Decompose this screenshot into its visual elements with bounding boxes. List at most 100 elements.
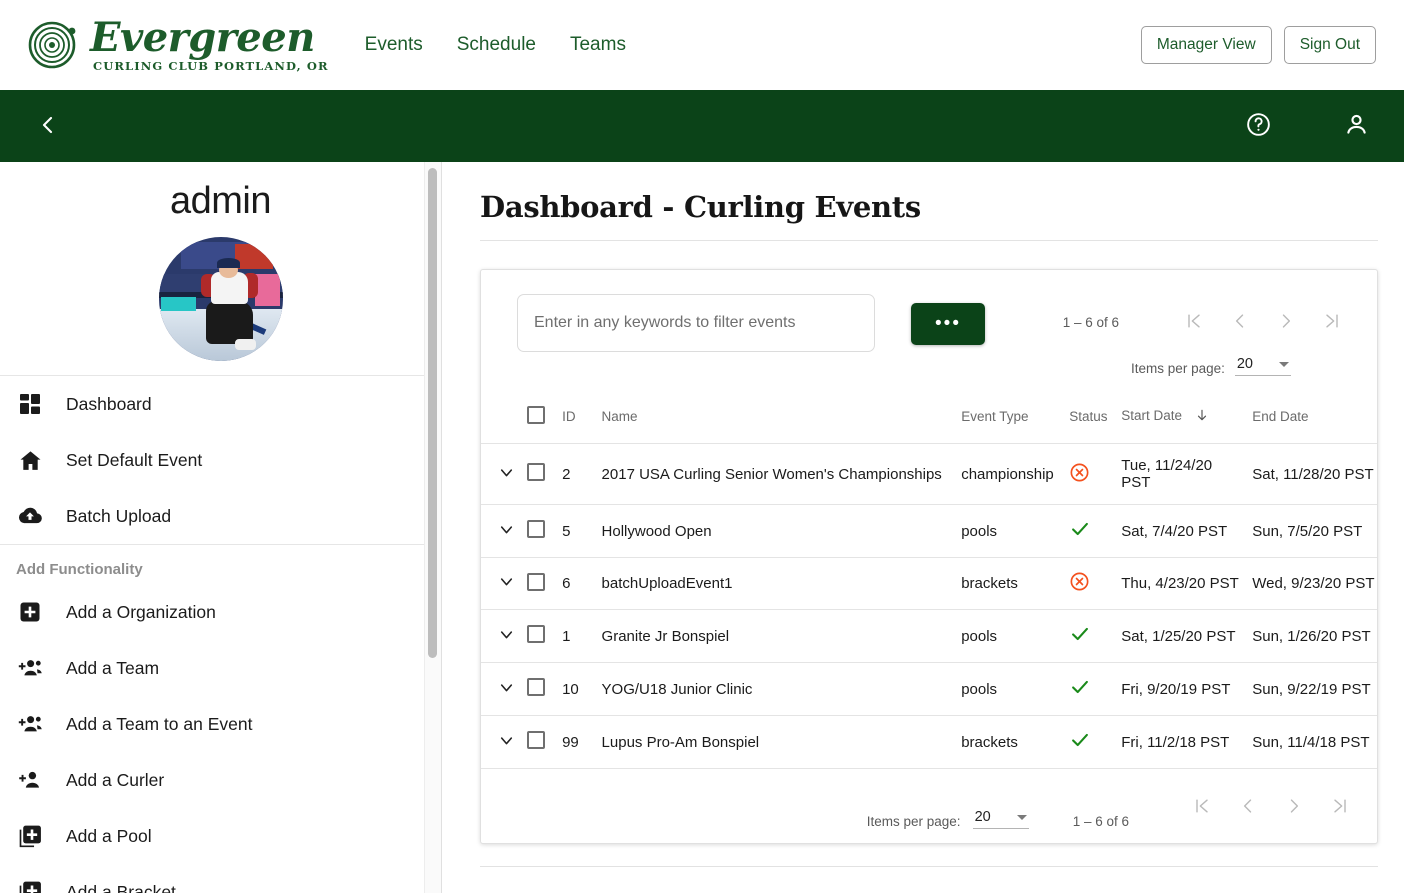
sidebar-item-add-a-bracket[interactable]: Add a Bracket [0, 864, 441, 893]
brand-logo[interactable]: Evergreen CURLING CLUB PORTLAND, OR [28, 18, 329, 73]
col-event-type[interactable]: Event Type [961, 390, 1069, 444]
table-header-row: ID Name Event Type Status Start Date [481, 390, 1377, 444]
sidebar-item-set-default-event[interactable]: Set Default Event [0, 432, 441, 488]
row-checkbox[interactable] [527, 520, 545, 538]
row-select-cell[interactable] [527, 505, 562, 558]
help-button[interactable] [1236, 104, 1280, 148]
table-row[interactable]: 1 Granite Jr Bonspiel pools Sat, 1/25/20… [481, 610, 1377, 663]
paginator-range-label: 1 – 6 of 6 [1063, 315, 1119, 330]
cell-event-type: pools [961, 610, 1069, 663]
row-checkbox[interactable] [527, 678, 545, 696]
top-header-bar: Evergreen CURLING CLUB PORTLAND, OR Even… [0, 0, 1404, 90]
cell-name: YOG/U18 Junior Clinic [602, 663, 962, 716]
cell-name: Lupus Pro-Am Bonspiel [602, 716, 962, 769]
first-page-button[interactable] [1171, 300, 1217, 344]
cell-start-date: Thu, 4/23/20 PST [1121, 558, 1252, 610]
next-page-icon [1284, 796, 1304, 819]
cell-name: Hollywood Open [602, 505, 962, 558]
first-page-button[interactable] [1179, 785, 1225, 829]
library-add-icon [16, 822, 44, 850]
sidebar-item-label: Add a Team [66, 658, 159, 679]
sidebar-item-batch-upload[interactable]: Batch Upload [0, 488, 441, 544]
select-all-checkbox[interactable] [527, 406, 545, 424]
cell-id: 2 [562, 444, 601, 505]
sidebar-scrollbar-thumb[interactable] [428, 168, 437, 658]
col-start-date[interactable]: Start Date [1121, 390, 1252, 444]
next-page-button[interactable] [1263, 300, 1309, 344]
sidebar-item-add-a-curler[interactable]: Add a Curler [0, 752, 441, 808]
row-checkbox[interactable] [527, 625, 545, 643]
more-actions-button[interactable]: ••• [911, 303, 985, 345]
filter-input[interactable] [517, 294, 875, 352]
cell-end-date: Sun, 7/5/20 PST [1252, 505, 1377, 558]
col-name[interactable]: Name [602, 390, 962, 444]
sidebar-item-add-a-team-to-an-event[interactable]: Add a Team to an Event [0, 696, 441, 752]
row-expand-cell[interactable] [481, 716, 527, 769]
last-page-button[interactable] [1317, 785, 1363, 829]
group-add-icon [16, 654, 44, 682]
row-select-cell[interactable] [527, 610, 562, 663]
col-status[interactable]: Status [1069, 390, 1121, 444]
last-page-icon [1322, 311, 1342, 334]
col-start-date-label: Start Date [1121, 408, 1182, 423]
row-expand-cell[interactable] [481, 663, 527, 716]
row-expand-cell[interactable] [481, 444, 527, 505]
sidebar-item-add-a-organization[interactable]: Add a Organization [0, 584, 441, 640]
chevron-down-icon[interactable] [497, 572, 516, 591]
cell-name: Granite Jr Bonspiel [602, 610, 962, 663]
row-checkbox[interactable] [527, 463, 545, 481]
previous-page-button[interactable] [1225, 785, 1271, 829]
cell-id: 6 [562, 558, 601, 610]
sign-out-button[interactable]: Sign Out [1284, 26, 1376, 64]
nav-link-teams[interactable]: Teams [570, 34, 626, 56]
cell-status [1069, 505, 1121, 558]
row-checkbox[interactable] [527, 573, 545, 591]
status-error-icon [1069, 462, 1090, 483]
manager-view-button[interactable]: Manager View [1141, 26, 1272, 64]
previous-page-button[interactable] [1217, 300, 1263, 344]
help-circle-icon [1245, 111, 1272, 141]
chevron-down-icon[interactable] [497, 625, 516, 644]
items-per-page-select[interactable]: 20 [1235, 356, 1291, 376]
sidebar-item-add-a-pool[interactable]: Add a Pool [0, 808, 441, 864]
col-end-date[interactable]: End Date [1252, 390, 1377, 444]
sidebar-item-label: Set Default Event [66, 450, 202, 471]
items-per-page-select[interactable]: 20 [973, 809, 1029, 829]
chevron-down-icon[interactable] [497, 520, 516, 539]
row-expand-cell[interactable] [481, 558, 527, 610]
next-page-button[interactable] [1271, 785, 1317, 829]
row-checkbox[interactable] [527, 731, 545, 749]
col-select-all [527, 390, 562, 444]
cell-id: 1 [562, 610, 601, 663]
back-button[interactable] [26, 104, 70, 148]
nav-link-schedule[interactable]: Schedule [457, 34, 536, 56]
chevron-down-icon[interactable] [497, 678, 516, 697]
col-id[interactable]: ID [562, 390, 601, 444]
last-page-button[interactable] [1309, 300, 1355, 344]
app-toolbar [0, 90, 1404, 162]
table-row[interactable]: 2 2017 USA Curling Senior Women's Champi… [481, 444, 1377, 505]
sidebar-scrollbar-track[interactable] [424, 162, 441, 893]
table-row[interactable]: 99 Lupus Pro-Am Bonspiel brackets Fri, 1… [481, 716, 1377, 769]
sidebar-item-dashboard[interactable]: Dashboard [0, 376, 441, 432]
chevron-down-icon[interactable] [497, 731, 516, 750]
account-button[interactable] [1334, 104, 1378, 148]
sidebar: admin [0, 162, 442, 893]
row-select-cell[interactable] [527, 558, 562, 610]
row-expand-cell[interactable] [481, 505, 527, 558]
sidebar-item-label: Add a Bracket [66, 882, 176, 893]
secondary-card-top-edge [480, 866, 1378, 893]
row-select-cell[interactable] [527, 444, 562, 505]
table-row[interactable]: 10 YOG/U18 Junior Clinic pools Fri, 9/20… [481, 663, 1377, 716]
chevron-down-icon[interactable] [497, 463, 516, 482]
library-add-icon [16, 878, 44, 893]
row-select-cell[interactable] [527, 663, 562, 716]
table-row[interactable]: 6 batchUploadEvent1 brackets Thu, 4/23/2… [481, 558, 1377, 610]
row-expand-cell[interactable] [481, 610, 527, 663]
row-select-cell[interactable] [527, 716, 562, 769]
sidebar-item-label: Add a Team to an Event [66, 714, 252, 735]
sidebar-item-add-a-team[interactable]: Add a Team [0, 640, 441, 696]
nav-link-events[interactable]: Events [365, 34, 423, 56]
last-page-icon [1330, 796, 1350, 819]
table-row[interactable]: 5 Hollywood Open pools Sat, 7/4/20 PST S… [481, 505, 1377, 558]
